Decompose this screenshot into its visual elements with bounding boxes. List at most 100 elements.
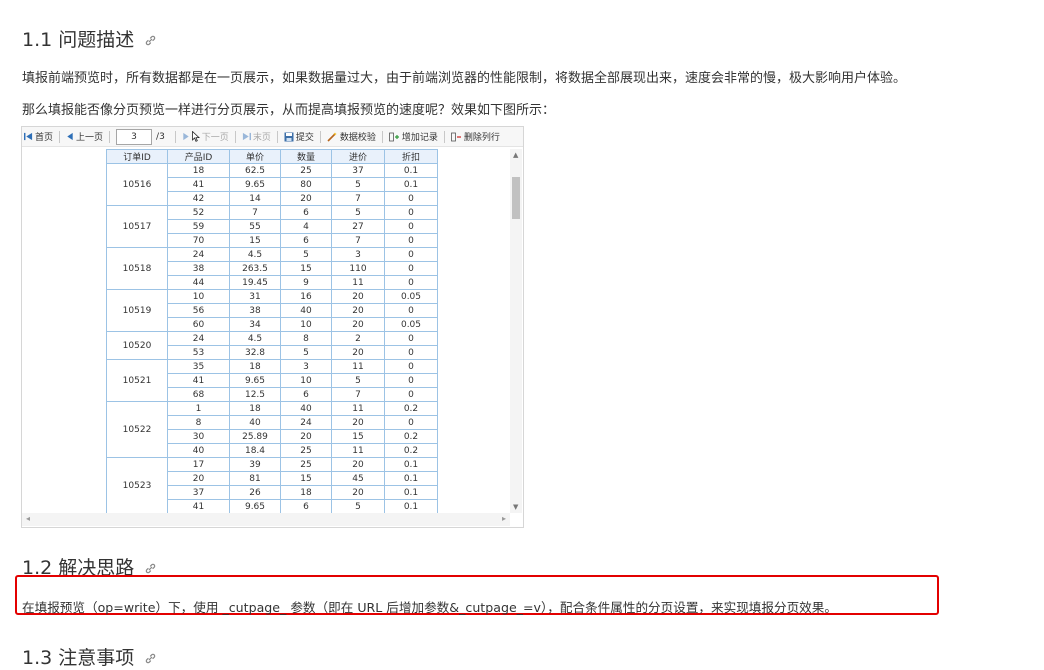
table-cell[interactable]: 0 <box>384 345 438 360</box>
table-cell[interactable]: 25 <box>280 163 332 178</box>
table-cell[interactable]: 8 <box>280 331 332 346</box>
table-cell[interactable]: 40 <box>167 443 230 458</box>
table-cell[interactable]: 0 <box>384 233 438 248</box>
anchor-link-icon[interactable] <box>144 648 157 670</box>
table-cell[interactable]: 18 <box>229 359 281 374</box>
table-cell[interactable]: 10 <box>280 317 332 332</box>
table-cell[interactable]: 6 <box>280 499 332 514</box>
table-cell[interactable]: 41 <box>167 499 230 514</box>
table-cell[interactable]: 4 <box>280 219 332 234</box>
table-cell[interactable]: 4.5 <box>229 247 281 262</box>
table-cell[interactable]: 9.65 <box>229 499 281 514</box>
table-cell[interactable]: 44 <box>167 275 230 290</box>
table-cell[interactable]: 15 <box>280 261 332 276</box>
delete-row-button[interactable]: 删除列行 <box>450 130 500 143</box>
table-cell[interactable]: 30 <box>167 429 230 444</box>
table-cell[interactable]: 37 <box>331 163 385 178</box>
table-cell[interactable]: 55 <box>229 219 281 234</box>
table-cell[interactable]: 8 <box>167 415 230 430</box>
table-cell[interactable]: 3 <box>331 247 385 262</box>
table-cell[interactable]: 20 <box>331 317 385 332</box>
table-cell[interactable]: 0.1 <box>384 499 438 514</box>
table-cell[interactable]: 5 <box>331 205 385 220</box>
table-cell[interactable]: 0 <box>384 331 438 346</box>
table-cell[interactable]: 24 <box>167 331 230 346</box>
table-cell[interactable]: 32.8 <box>229 345 281 360</box>
table-cell[interactable]: 0.05 <box>384 289 438 304</box>
table-cell[interactable]: 34 <box>229 317 281 332</box>
table-cell[interactable]: 15 <box>229 233 281 248</box>
table-cell[interactable]: 7 <box>331 387 385 402</box>
table-cell[interactable]: 25.89 <box>229 429 281 444</box>
prev-page-button[interactable]: 上一页 <box>66 130 103 143</box>
scrollbar-thumb[interactable] <box>512 177 520 219</box>
scroll-up-arrow-icon[interactable]: ▲ <box>513 151 518 159</box>
table-cell[interactable]: 62.5 <box>229 163 281 178</box>
add-record-button[interactable]: 增加记录 <box>388 130 438 143</box>
table-cell[interactable]: 41 <box>167 177 230 192</box>
table-cell[interactable]: 0 <box>384 359 438 374</box>
table-cell[interactable]: 38 <box>167 261 230 276</box>
order-id-cell[interactable]: 10523 <box>106 457 168 514</box>
table-cell[interactable]: 24 <box>280 415 332 430</box>
scroll-down-arrow-icon[interactable]: ▼ <box>513 503 518 511</box>
table-cell[interactable]: 0 <box>384 205 438 220</box>
table-cell[interactable]: 5 <box>331 373 385 388</box>
table-cell[interactable]: 27 <box>331 219 385 234</box>
order-id-cell[interactable]: 10516 <box>106 163 168 206</box>
table-cell[interactable]: 15 <box>280 471 332 486</box>
table-cell[interactable]: 14 <box>229 191 281 206</box>
table-cell[interactable]: 24 <box>167 247 230 262</box>
table-cell[interactable]: 40 <box>229 415 281 430</box>
table-cell[interactable]: 42 <box>167 191 230 206</box>
table-cell[interactable]: 20 <box>331 303 385 318</box>
order-id-cell[interactable]: 10522 <box>106 401 168 458</box>
table-cell[interactable]: 2 <box>331 331 385 346</box>
table-cell[interactable]: 10 <box>167 289 230 304</box>
table-cell[interactable]: 19.45 <box>229 275 281 290</box>
scroll-left-arrow-icon[interactable]: ◂ <box>26 514 30 523</box>
table-cell[interactable]: 26 <box>229 485 281 500</box>
table-cell[interactable]: 38 <box>229 303 281 318</box>
verify-button[interactable]: 数据校验 <box>327 130 376 143</box>
order-id-cell[interactable]: 10520 <box>106 331 168 360</box>
table-cell[interactable]: 20 <box>331 289 385 304</box>
table-cell[interactable]: 0.05 <box>384 317 438 332</box>
horizontal-scrollbar[interactable]: ◂ ▸ <box>22 513 510 526</box>
last-page-button[interactable]: 末页 <box>242 130 271 143</box>
table-cell[interactable]: 0.2 <box>384 401 438 416</box>
table-cell[interactable]: 56 <box>167 303 230 318</box>
table-cell[interactable]: 53 <box>167 345 230 360</box>
table-cell[interactable]: 45 <box>331 471 385 486</box>
table-cell[interactable]: 5 <box>331 499 385 514</box>
table-cell[interactable]: 1 <box>167 401 230 416</box>
table-cell[interactable]: 11 <box>331 401 385 416</box>
table-cell[interactable]: 18 <box>167 163 230 178</box>
table-cell[interactable]: 16 <box>280 289 332 304</box>
table-cell[interactable]: 7 <box>229 205 281 220</box>
table-cell[interactable]: 6 <box>280 387 332 402</box>
table-cell[interactable]: 5 <box>331 177 385 192</box>
table-cell[interactable]: 7 <box>331 233 385 248</box>
next-page-button[interactable]: 下一页 <box>182 130 229 143</box>
table-cell[interactable]: 0.1 <box>384 471 438 486</box>
table-cell[interactable]: 0 <box>384 219 438 234</box>
table-cell[interactable]: 12.5 <box>229 387 281 402</box>
table-cell[interactable]: 17 <box>167 457 230 472</box>
table-cell[interactable]: 0 <box>384 303 438 318</box>
table-cell[interactable]: 0.1 <box>384 485 438 500</box>
table-cell[interactable]: 11 <box>331 359 385 374</box>
table-cell[interactable]: 31 <box>229 289 281 304</box>
table-cell[interactable]: 68 <box>167 387 230 402</box>
table-cell[interactable]: 80 <box>280 177 332 192</box>
table-cell[interactable]: 20 <box>280 191 332 206</box>
page-number-input[interactable]: 3 <box>116 128 153 145</box>
table-cell[interactable]: 7 <box>331 191 385 206</box>
table-cell[interactable]: 0 <box>384 191 438 206</box>
table-cell[interactable]: 10 <box>280 373 332 388</box>
table-cell[interactable]: 81 <box>229 471 281 486</box>
table-cell[interactable]: 70 <box>167 233 230 248</box>
table-cell[interactable]: 6 <box>280 205 332 220</box>
table-cell[interactable]: 20 <box>331 345 385 360</box>
table-cell[interactable]: 0.2 <box>384 429 438 444</box>
